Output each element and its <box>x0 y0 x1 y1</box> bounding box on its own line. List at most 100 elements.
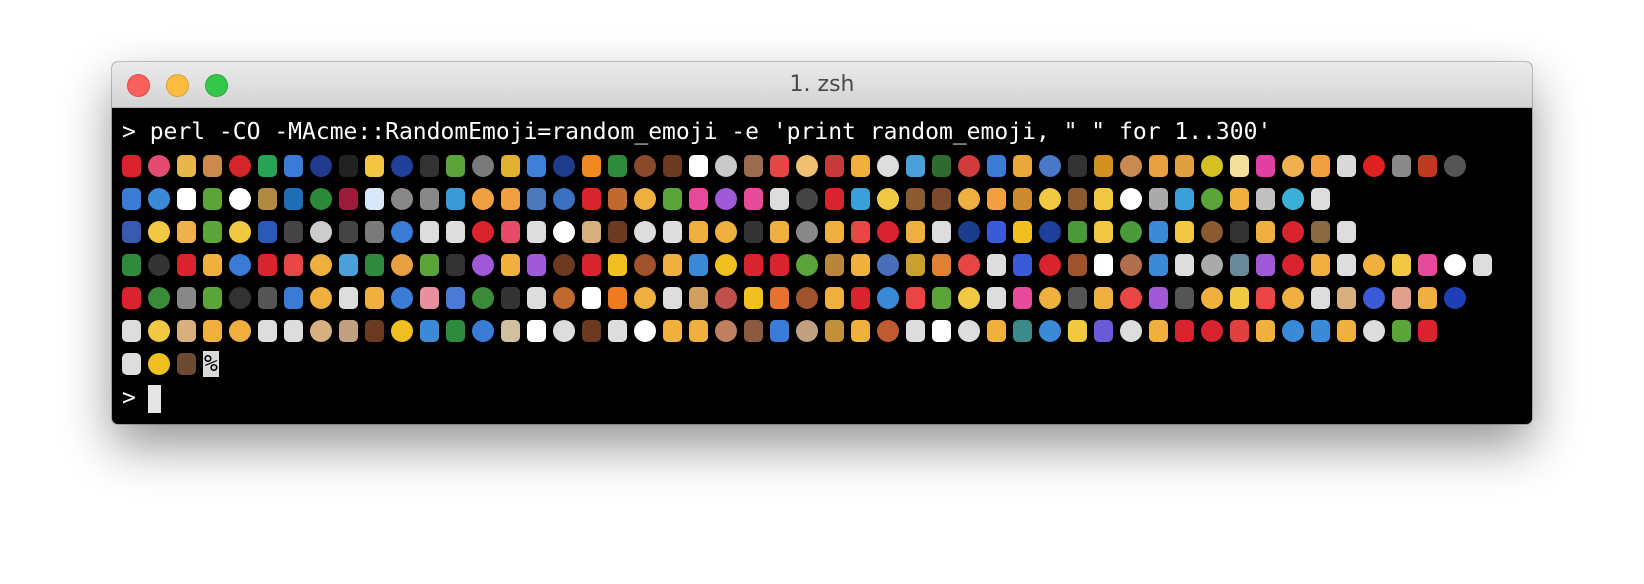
emoji-glyph-icon <box>987 187 1006 210</box>
emoji-glyph-icon <box>1337 220 1356 243</box>
emoji-glyph-icon <box>796 187 818 210</box>
emoji-glyph-icon <box>203 319 222 342</box>
emoji-glyph-icon <box>906 187 925 210</box>
emoji-row <box>122 182 1532 215</box>
emoji-glyph-icon <box>1230 220 1249 243</box>
emoji-glyph-icon <box>1149 319 1168 342</box>
emoji-glyph-icon <box>391 286 413 309</box>
prompt-line: > <box>122 382 1532 415</box>
emoji-glyph-icon <box>527 220 546 243</box>
emoji-glyph-icon <box>1230 154 1249 177</box>
emoji-glyph-icon <box>258 220 277 243</box>
emoji-glyph-icon <box>339 286 358 309</box>
emoji-glyph-icon <box>634 220 656 243</box>
emoji-glyph-icon <box>1039 253 1061 276</box>
emoji-glyph-icon <box>501 286 520 309</box>
emoji-glyph-icon <box>472 253 494 276</box>
emoji-glyph-icon <box>1363 154 1385 177</box>
emoji-glyph-icon <box>258 253 277 276</box>
emoji-glyph-icon <box>391 319 413 342</box>
emoji-glyph-icon <box>391 154 413 177</box>
emoji-glyph-icon <box>420 154 439 177</box>
emoji-glyph-icon <box>501 187 520 210</box>
emoji-glyph-icon <box>958 154 980 177</box>
emoji-glyph-icon <box>1311 154 1330 177</box>
emoji-glyph-icon <box>203 253 222 276</box>
emoji-glyph-icon <box>148 187 170 210</box>
emoji-glyph-icon <box>582 187 601 210</box>
emoji-row <box>122 149 1532 182</box>
emoji-glyph-icon <box>1068 286 1087 309</box>
emoji-glyph-icon <box>932 286 951 309</box>
emoji-glyph-icon <box>339 220 358 243</box>
emoji-row <box>122 281 1532 314</box>
emoji-glyph-icon <box>987 220 1006 243</box>
emoji-glyph-icon <box>1068 154 1087 177</box>
emoji-glyph-icon <box>663 319 682 342</box>
emoji-glyph-icon <box>365 220 384 243</box>
emoji-glyph-icon <box>1311 253 1330 276</box>
emoji-glyph-icon <box>365 154 384 177</box>
emoji-glyph-icon <box>1337 154 1356 177</box>
emoji-row <box>122 314 1532 347</box>
emoji-glyph-icon <box>365 286 384 309</box>
emoji-glyph-icon <box>1201 319 1223 342</box>
emoji-glyph-icon <box>553 220 575 243</box>
emoji-glyph-icon <box>1068 319 1087 342</box>
emoji-glyph-icon <box>1094 286 1113 309</box>
emoji-glyph-icon <box>582 286 601 309</box>
emoji-glyph-icon <box>1201 220 1223 243</box>
emoji-glyph-icon <box>608 154 627 177</box>
emoji-glyph-icon <box>148 352 170 375</box>
emoji-glyph-icon <box>958 220 980 243</box>
emoji-glyph-icon <box>177 352 196 375</box>
emoji-glyph-icon <box>310 286 332 309</box>
emoji-glyph-icon <box>1201 187 1223 210</box>
emoji-glyph-icon <box>1201 286 1223 309</box>
emoji-glyph-icon <box>796 319 818 342</box>
emoji-glyph-icon <box>634 187 656 210</box>
emoji-glyph-icon <box>284 154 303 177</box>
emoji-glyph-icon <box>1120 253 1142 276</box>
terminal-output[interactable]: > perl -CO -MAcme::RandomEmoji=random_em… <box>112 108 1532 424</box>
emoji-glyph-icon <box>203 187 222 210</box>
emoji-glyph-icon <box>715 319 737 342</box>
emoji-glyph-icon <box>177 220 196 243</box>
emoji-glyph-icon <box>553 154 575 177</box>
emoji-glyph-icon <box>987 154 1006 177</box>
emoji-glyph-icon <box>825 220 844 243</box>
emoji-glyph-icon <box>501 220 520 243</box>
emoji-glyph-icon <box>1392 286 1411 309</box>
emoji-glyph-icon <box>932 154 951 177</box>
emoji-glyph-icon <box>553 319 575 342</box>
emoji-glyph-icon <box>1256 187 1275 210</box>
emoji-glyph-icon <box>1282 286 1304 309</box>
emoji-glyph-icon <box>258 187 277 210</box>
emoji-glyph-icon <box>689 319 708 342</box>
emoji-glyph-icon <box>634 286 656 309</box>
emoji-glyph-icon <box>1392 154 1411 177</box>
emoji-glyph-icon <box>796 286 818 309</box>
emoji-glyph-icon <box>420 319 439 342</box>
emoji-glyph-icon <box>229 253 251 276</box>
emoji-glyph-icon <box>258 154 277 177</box>
emoji-glyph-icon <box>339 253 358 276</box>
emoji-glyph-icon <box>877 253 899 276</box>
emoji-glyph-icon <box>932 253 951 276</box>
emoji-glyph-icon <box>122 220 141 243</box>
emoji-glyph-icon <box>1094 187 1113 210</box>
emoji-glyph-icon <box>1418 286 1437 309</box>
emoji-glyph-icon <box>608 286 627 309</box>
emoji-glyph-icon <box>122 154 141 177</box>
emoji-glyph-icon <box>877 187 899 210</box>
terminal-window: 1. zsh > perl -CO -MAcme::RandomEmoji=ra… <box>112 62 1532 424</box>
emoji-row: % <box>122 347 1532 380</box>
emoji-output: % <box>122 149 1532 380</box>
emoji-glyph-icon <box>229 286 251 309</box>
emoji-glyph-icon <box>744 319 763 342</box>
emoji-glyph-icon <box>1039 220 1061 243</box>
emoji-glyph-icon <box>177 187 196 210</box>
emoji-glyph-icon <box>1230 187 1249 210</box>
emoji-glyph-icon <box>203 220 222 243</box>
emoji-glyph-icon <box>770 187 789 210</box>
